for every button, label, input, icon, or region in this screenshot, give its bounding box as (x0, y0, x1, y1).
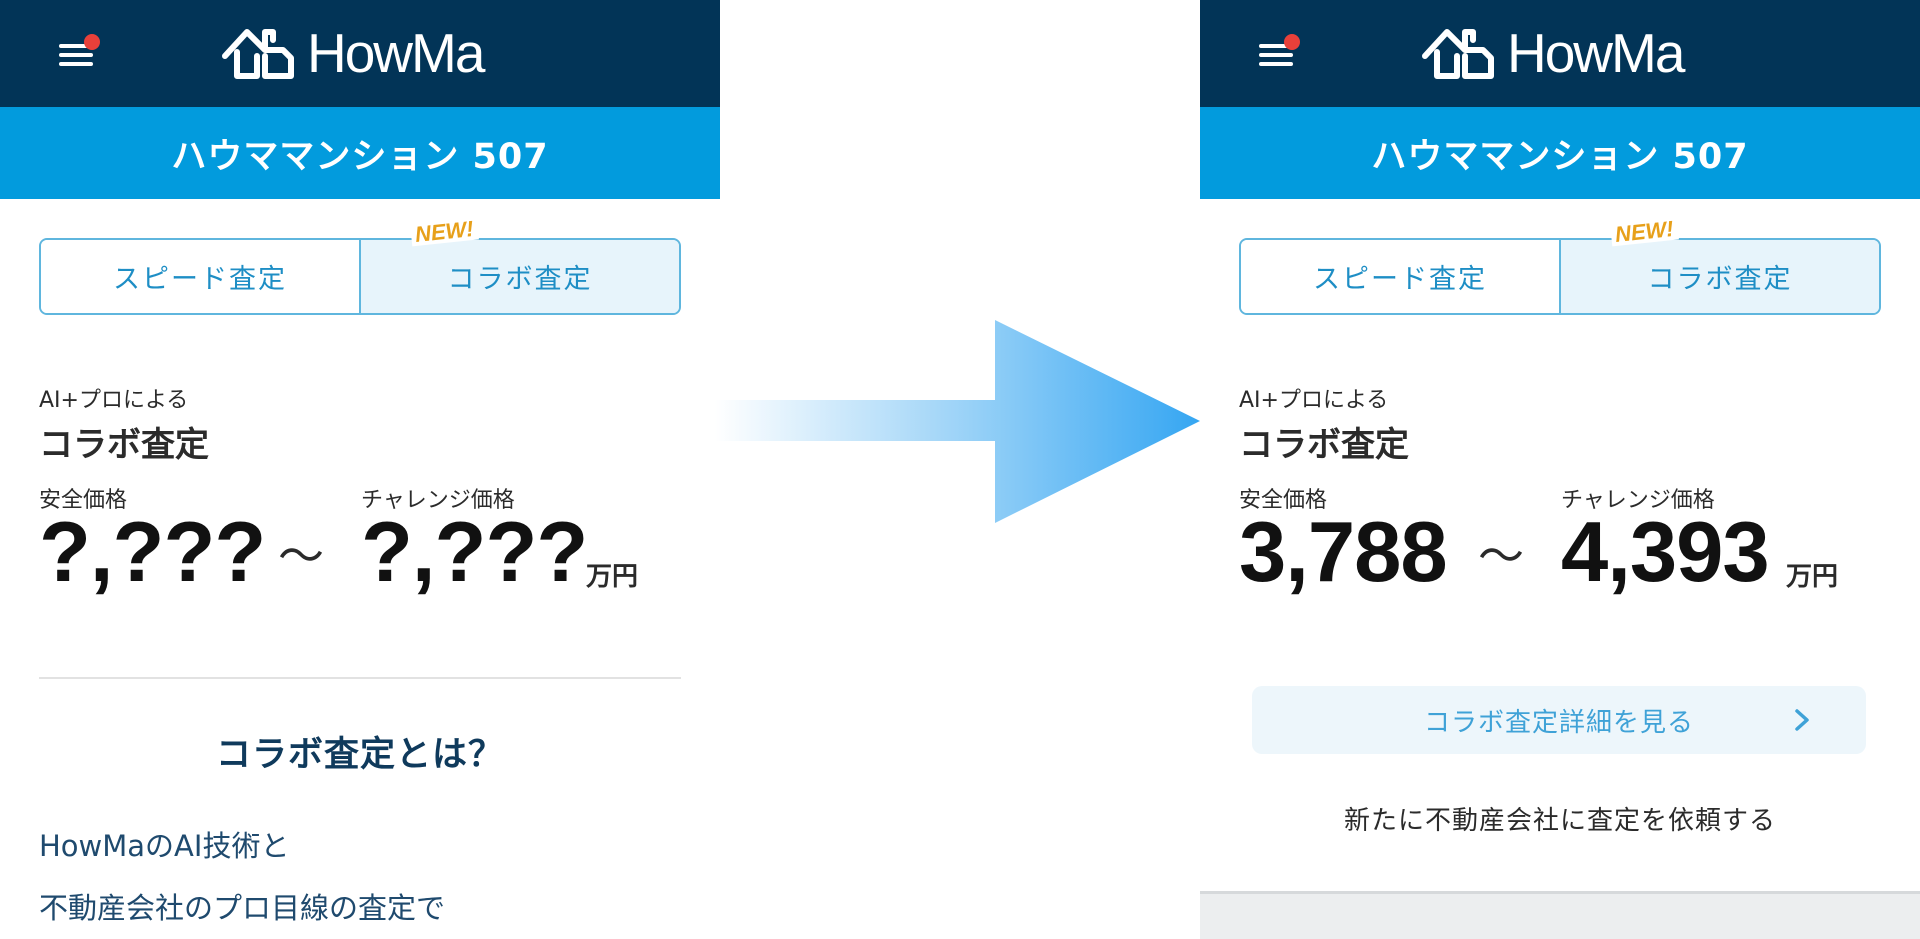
property-name-bar: ハウママンション 507 (0, 107, 720, 199)
new-badge: NEW! (410, 216, 479, 247)
about-text-line: HowMaのAI技術と (39, 829, 290, 863)
property-name-bar: ハウママンション 507 (1200, 107, 1920, 199)
appraisal-tabs: スピード査定 NEW! コラボ査定 (1239, 216, 1881, 315)
about-heading: コラボ査定とは？ (215, 735, 504, 775)
tab-collab-label: コラボ査定 (1647, 264, 1793, 295)
new-badge: NEW! (1610, 216, 1679, 247)
view-collab-details-label: コラボ査定詳細を見る (1423, 707, 1694, 738)
notification-dot (1284, 34, 1300, 50)
tab-speed-label: スピード査定 (1313, 264, 1487, 295)
safe-price-value: 3,788 (1239, 505, 1448, 600)
screen-before: HowMa ハウママンション 507 スピード査定 NEW! コラボ査定 AI+… (0, 0, 720, 939)
property-name: ハウママンション 507 (1371, 136, 1749, 177)
price-range-tilde: ～ (1478, 529, 1524, 583)
tab-collab-appraisal[interactable]: NEW! コラボ査定 (1561, 216, 1879, 313)
tab-speed-label: スピード査定 (113, 264, 287, 295)
challenge-price-value: ?,??? (361, 505, 588, 600)
tab-collab-label: コラボ査定 (447, 264, 593, 295)
about-text-line: 不動産会社のプロ目線の査定で (39, 891, 446, 925)
appraisal-tabs: スピード査定 NEW! コラボ査定 (39, 216, 681, 315)
house-logo-icon (222, 29, 294, 79)
price-unit: 万円 (1786, 562, 1839, 592)
property-name: ハウママンション 507 (171, 136, 549, 177)
app-header: HowMa (0, 0, 720, 107)
tab-speed-appraisal[interactable]: スピード査定 (41, 240, 361, 313)
app-header: HowMa (1200, 0, 1920, 107)
appraisal-subtitle: AI+プロによる (39, 388, 189, 413)
request-new-appraisal-link[interactable]: 新たに不動産会社に査定を依頼する (1200, 800, 1920, 837)
hamburger-menu-icon[interactable] (1257, 34, 1300, 68)
divider (39, 677, 681, 679)
appraisal-title: コラボ査定 (1239, 425, 1409, 465)
right-arrow-icon (715, 320, 1200, 523)
tab-speed-appraisal[interactable]: スピード査定 (1241, 240, 1561, 313)
footer-band (1200, 891, 1920, 939)
logo-text: HowMa (1507, 22, 1685, 84)
logo-text: HowMa (307, 22, 485, 84)
hamburger-menu-icon[interactable] (57, 34, 100, 68)
challenge-price-value: 4,393 (1561, 505, 1770, 600)
chevron-right-icon (1795, 709, 1809, 731)
house-logo-icon (1422, 29, 1494, 79)
appraisal-title: コラボ査定 (39, 425, 209, 465)
app-logo[interactable]: HowMa (1421, 22, 1685, 84)
screen-after: HowMa ハウママンション 507 スピード査定 NEW! コラボ査定 AI+… (1200, 0, 1920, 939)
appraisal-subtitle: AI+プロによる (1239, 388, 1389, 413)
app-logo[interactable]: HowMa (221, 22, 485, 84)
price-unit: 万円 (586, 562, 639, 592)
price-range-tilde: ～ (278, 529, 324, 583)
safe-price-value: ?,??? (39, 505, 266, 600)
tab-collab-appraisal[interactable]: NEW! コラボ査定 (361, 216, 679, 313)
notification-dot (84, 34, 100, 50)
view-collab-details-button[interactable]: コラボ査定詳細を見る (1252, 686, 1866, 754)
